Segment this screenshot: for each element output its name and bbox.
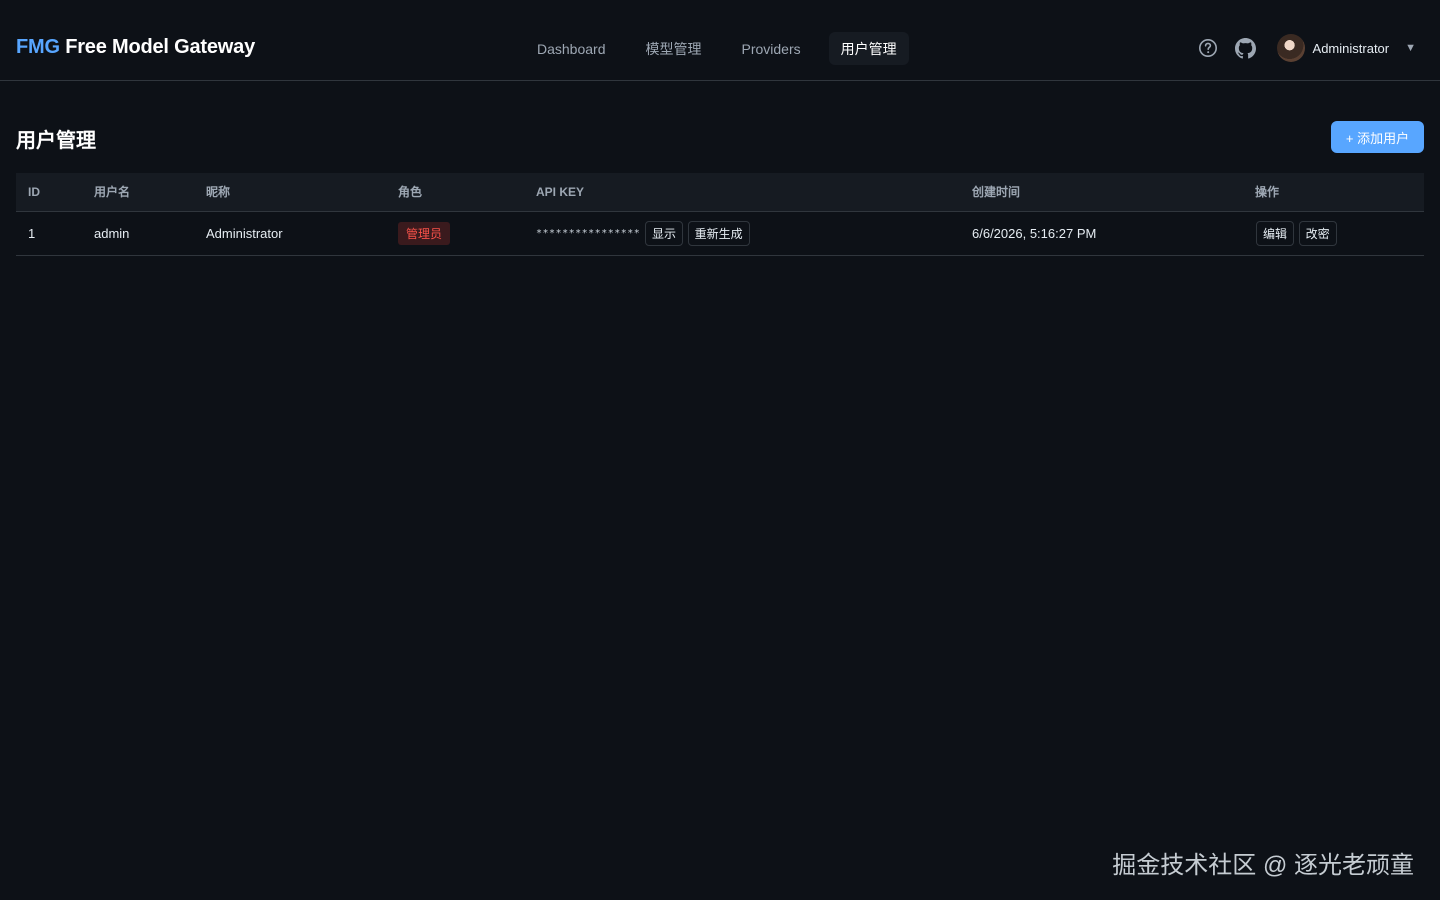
column-header-actions: 操作 <box>1255 185 1280 200</box>
cell-api-key: **************** 显示 重新生成 <box>524 211 960 255</box>
column-header-role: 角色 <box>398 185 423 200</box>
change-password-button[interactable]: 改密 <box>1298 220 1337 246</box>
users-table: ID 用户名 昵称 角色 API KEY 创建时间 操作 1 admin Adm… <box>16 173 1424 256</box>
brand-mark: FMG <box>16 36 60 58</box>
avatar <box>1276 34 1305 62</box>
cell-nickname: Administrator <box>206 225 283 241</box>
cell-id: 1 <box>28 225 36 241</box>
nav-item-dashboard[interactable]: Dashboard <box>525 32 618 65</box>
nav-item-users[interactable]: 用户管理 <box>828 32 909 65</box>
cell-created-at: 6/6/2026, 5:16:27 PM <box>972 225 1097 241</box>
page-title: 用户管理 <box>16 130 96 152</box>
top-header: FMG Free Model Gateway Dashboard 模型管理 Pr… <box>0 0 1440 81</box>
github-icon[interactable] <box>1235 37 1257 59</box>
api-key-masked: **************** <box>536 227 641 239</box>
nav-item-providers[interactable]: Providers <box>730 32 813 65</box>
edit-user-button[interactable]: 编辑 <box>1256 220 1295 246</box>
cell-username: admin <box>94 225 130 241</box>
table-row: 1 admin Administrator 管理员 **************… <box>16 211 1424 255</box>
user-name: Administrator <box>1312 40 1390 56</box>
chevron-down-icon: ▼ <box>1405 42 1416 54</box>
show-api-key-button[interactable]: 显示 <box>644 220 683 246</box>
cell-role: 管理员 <box>386 211 524 255</box>
help-icon[interactable] <box>1197 37 1219 59</box>
user-menu[interactable]: Administrator ▼ <box>1276 34 1416 62</box>
nav-item-models[interactable]: 模型管理 <box>634 32 714 65</box>
table-header-row: ID 用户名 昵称 角色 API KEY 创建时间 操作 <box>16 173 1424 211</box>
watermark: 掘金技术社区 @ 逐光老顽童 <box>1112 852 1414 879</box>
header-actions: Administrator ▼ <box>1181 32 1416 64</box>
cell-actions: 编辑 改密 <box>1243 211 1424 255</box>
brand-name: Free Model Gateway <box>59 36 255 58</box>
main-nav: Dashboard 模型管理 Providers 用户管理 <box>525 32 925 65</box>
add-user-button[interactable]: + 添加用户 <box>1331 121 1424 153</box>
regenerate-api-key-button[interactable]: 重新生成 <box>687 220 750 246</box>
role-badge: 管理员 <box>398 221 451 245</box>
column-header-id: ID <box>28 184 40 199</box>
brand-logo[interactable]: FMG Free Model Gateway <box>16 36 255 59</box>
column-header-username: 用户名 <box>94 185 131 200</box>
column-header-created-at: 创建时间 <box>972 185 1021 200</box>
column-header-api-key: API KEY <box>536 184 585 199</box>
column-header-nickname: 昵称 <box>206 185 231 200</box>
